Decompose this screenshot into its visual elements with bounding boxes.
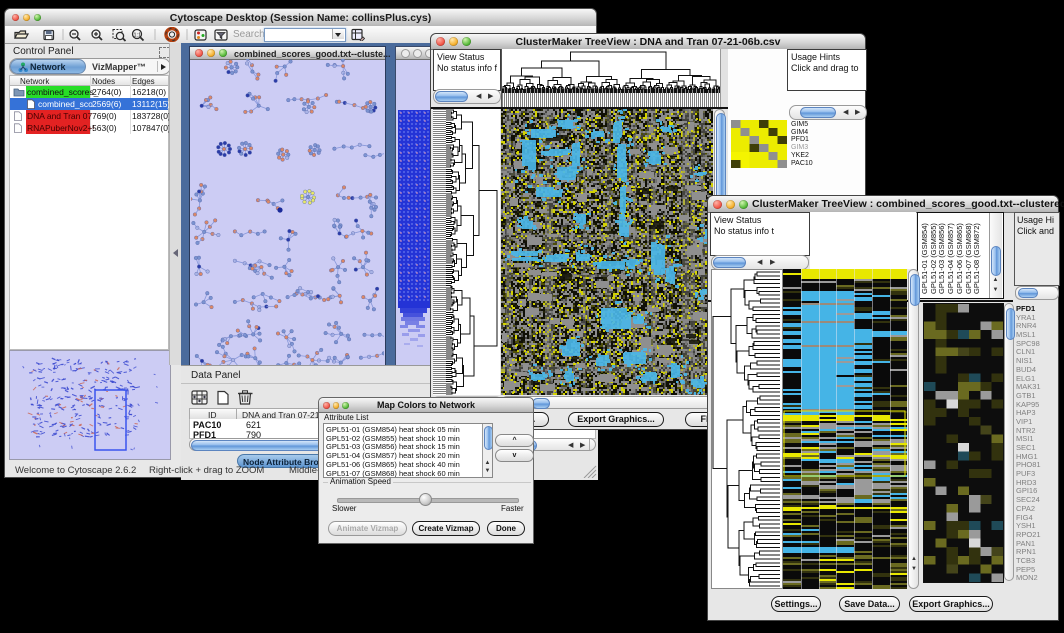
svg-text:1:1: 1:1: [134, 33, 142, 39]
